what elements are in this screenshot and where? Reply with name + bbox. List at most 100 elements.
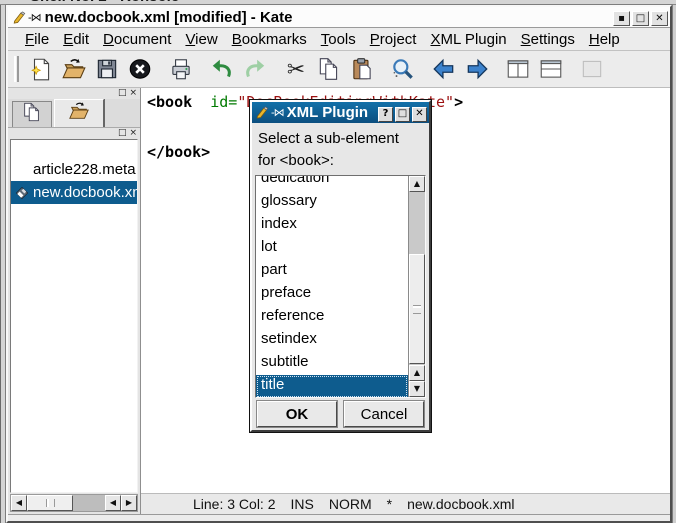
redo-button[interactable] — [239, 54, 270, 84]
sub-element-option[interactable]: lot — [256, 237, 408, 260]
menu-file[interactable]: File — [18, 29, 56, 50]
cancel-button[interactable]: Cancel — [344, 401, 424, 427]
scroll-up-button[interactable]: ▲ — [409, 176, 425, 192]
scrollbar-thumb[interactable] — [27, 495, 73, 511]
save-button[interactable] — [91, 54, 122, 84]
paste-button[interactable] — [346, 54, 377, 84]
redo-icon — [241, 56, 268, 82]
menu-settings[interactable]: Settings — [514, 29, 582, 50]
print-icon — [167, 56, 194, 82]
dialog-controls: ?□✕ — [376, 103, 427, 122]
close-document-button[interactable] — [124, 54, 155, 84]
toolbar-buttons: ✂ — [25, 54, 609, 84]
undo-button[interactable] — [206, 54, 237, 84]
window-controls: ▪□✕ — [611, 8, 668, 27]
cut-icon: ✂ — [282, 56, 309, 82]
back-icon — [430, 56, 457, 82]
sub-element-option[interactable]: glossary — [256, 191, 408, 214]
forward-button[interactable] — [461, 54, 492, 84]
sidebar-tab-documents[interactable] — [12, 101, 52, 127]
sub-element-option[interactable]: reference — [256, 306, 408, 329]
scroll-down-button[interactable]: ▼ — [409, 381, 425, 397]
pin-icon: -⋈ — [271, 106, 284, 119]
window-bottom-frame — [8, 514, 670, 521]
help-button[interactable]: ? — [378, 107, 393, 122]
menu-tools[interactable]: Tools — [314, 29, 363, 50]
status-segment: new.docbook.xml — [407, 496, 514, 512]
sub-element-option[interactable]: setindex — [256, 329, 408, 352]
menu-help[interactable]: Help — [582, 29, 627, 50]
sub-element-option[interactable]: preface — [256, 283, 408, 306]
file-item[interactable]: article228.meta — [11, 158, 137, 181]
file-name: article228.meta — [33, 161, 136, 178]
status-segment: INS — [291, 496, 314, 512]
dock-restore-icon[interactable]: □ — [118, 89, 127, 98]
split-vertical-button[interactable] — [502, 54, 533, 84]
modified-floppy-icon — [13, 184, 33, 202]
split-horizontal-button[interactable] — [535, 54, 566, 84]
close-button[interactable]: ✕ — [651, 11, 668, 26]
file-icon-slot — [13, 161, 33, 179]
sidebar-tab-filesystem-browser[interactable] — [54, 99, 104, 127]
dock-close-icon[interactable]: × — [129, 129, 137, 138]
sub-element-option[interactable]: part — [256, 260, 408, 283]
scrollbar-track[interactable] — [409, 192, 425, 365]
forward-icon — [463, 56, 490, 82]
panel-dock-controls: □ × — [8, 128, 140, 139]
open-folder-button[interactable] — [58, 54, 89, 84]
status-segment: * — [387, 496, 392, 512]
menu-bookmarks[interactable]: Bookmarks — [225, 29, 314, 50]
svg-text:✂: ✂ — [286, 58, 304, 82]
scroll-left-button[interactable]: ◀ — [11, 495, 27, 511]
dock-restore-icon[interactable]: □ — [118, 129, 127, 138]
scroll-right-button[interactable]: ▶ — [121, 495, 137, 511]
copy-button[interactable] — [313, 54, 344, 84]
find-button[interactable] — [387, 54, 418, 84]
cut-button[interactable]: ✂ — [280, 54, 311, 84]
window-title: new.docbook.xml [modified] - Kate — [45, 9, 611, 26]
sidebar-tabs — [8, 99, 140, 128]
sub-element-option[interactable]: title — [256, 375, 408, 397]
scroll-up-button[interactable]: ▲ — [409, 365, 425, 381]
xml-plugin-dialog: -⋈ XML Plugin ?□✕ Select a sub-element f… — [250, 100, 431, 432]
split-vertical-icon — [504, 56, 531, 82]
titlebar[interactable]: -⋈ new.docbook.xml [modified] - Kate ▪□✕ — [8, 7, 670, 28]
dock-close-icon[interactable]: × — [129, 89, 137, 98]
maximize-button[interactable]: □ — [632, 11, 649, 26]
sub-element-option[interactable]: index — [256, 214, 408, 237]
print-button[interactable] — [165, 54, 196, 84]
scroll-left-button[interactable]: ◀ — [105, 495, 121, 511]
menu-xml-plugin[interactable]: XML Plugin — [423, 29, 513, 50]
menu-edit[interactable]: Edit — [56, 29, 96, 50]
maximize-button[interactable]: □ — [395, 107, 410, 122]
file-item[interactable]: new.docbook.xml — [11, 181, 137, 204]
open-folder-icon — [60, 56, 87, 82]
toolbar: ✂ — [8, 51, 670, 88]
close-current-view-button — [576, 54, 607, 84]
new-document-button[interactable] — [25, 54, 56, 84]
file-list: article228.meta new.docbook.xml — [10, 139, 138, 493]
sub-element-option[interactable]: subtitle — [256, 352, 408, 375]
prompt-line-1: Select a sub-element — [258, 128, 423, 150]
scrollbar-track[interactable] — [73, 495, 105, 511]
back-button[interactable] — [428, 54, 459, 84]
dialog-titlebar[interactable]: -⋈ XML Plugin ?□✕ — [252, 102, 429, 123]
split-horizontal-icon — [537, 56, 564, 82]
kate-window: -⋈ new.docbook.xml [modified] - Kate ▪□✕… — [6, 5, 672, 523]
status-segment: Line: 3 Col: 2 — [193, 496, 276, 512]
filesystem-browser-icon — [68, 100, 90, 127]
ok-button[interactable]: OK — [257, 401, 337, 427]
sidebar-dock-controls: □ × — [8, 88, 140, 99]
toolbar-drag-handle[interactable] — [14, 56, 19, 82]
statusbar: Line: 3 Col: 2INSNORM*new.docbook.xml — [141, 493, 670, 514]
menu-project[interactable]: Project — [363, 29, 424, 50]
file-name: new.docbook.xml — [33, 184, 137, 201]
menu-view[interactable]: View — [178, 29, 224, 50]
copy-icon — [315, 56, 342, 82]
scrollbar-thumb[interactable] — [409, 254, 425, 364]
close-button[interactable]: ✕ — [412, 107, 427, 122]
minimize-button[interactable]: ▪ — [613, 11, 630, 26]
sidebar-horizontal-scrollbar: ◀ ◀ ▶ — [10, 494, 138, 512]
menu-document[interactable]: Document — [96, 29, 178, 50]
sub-element-option[interactable]: dedication — [256, 175, 408, 191]
